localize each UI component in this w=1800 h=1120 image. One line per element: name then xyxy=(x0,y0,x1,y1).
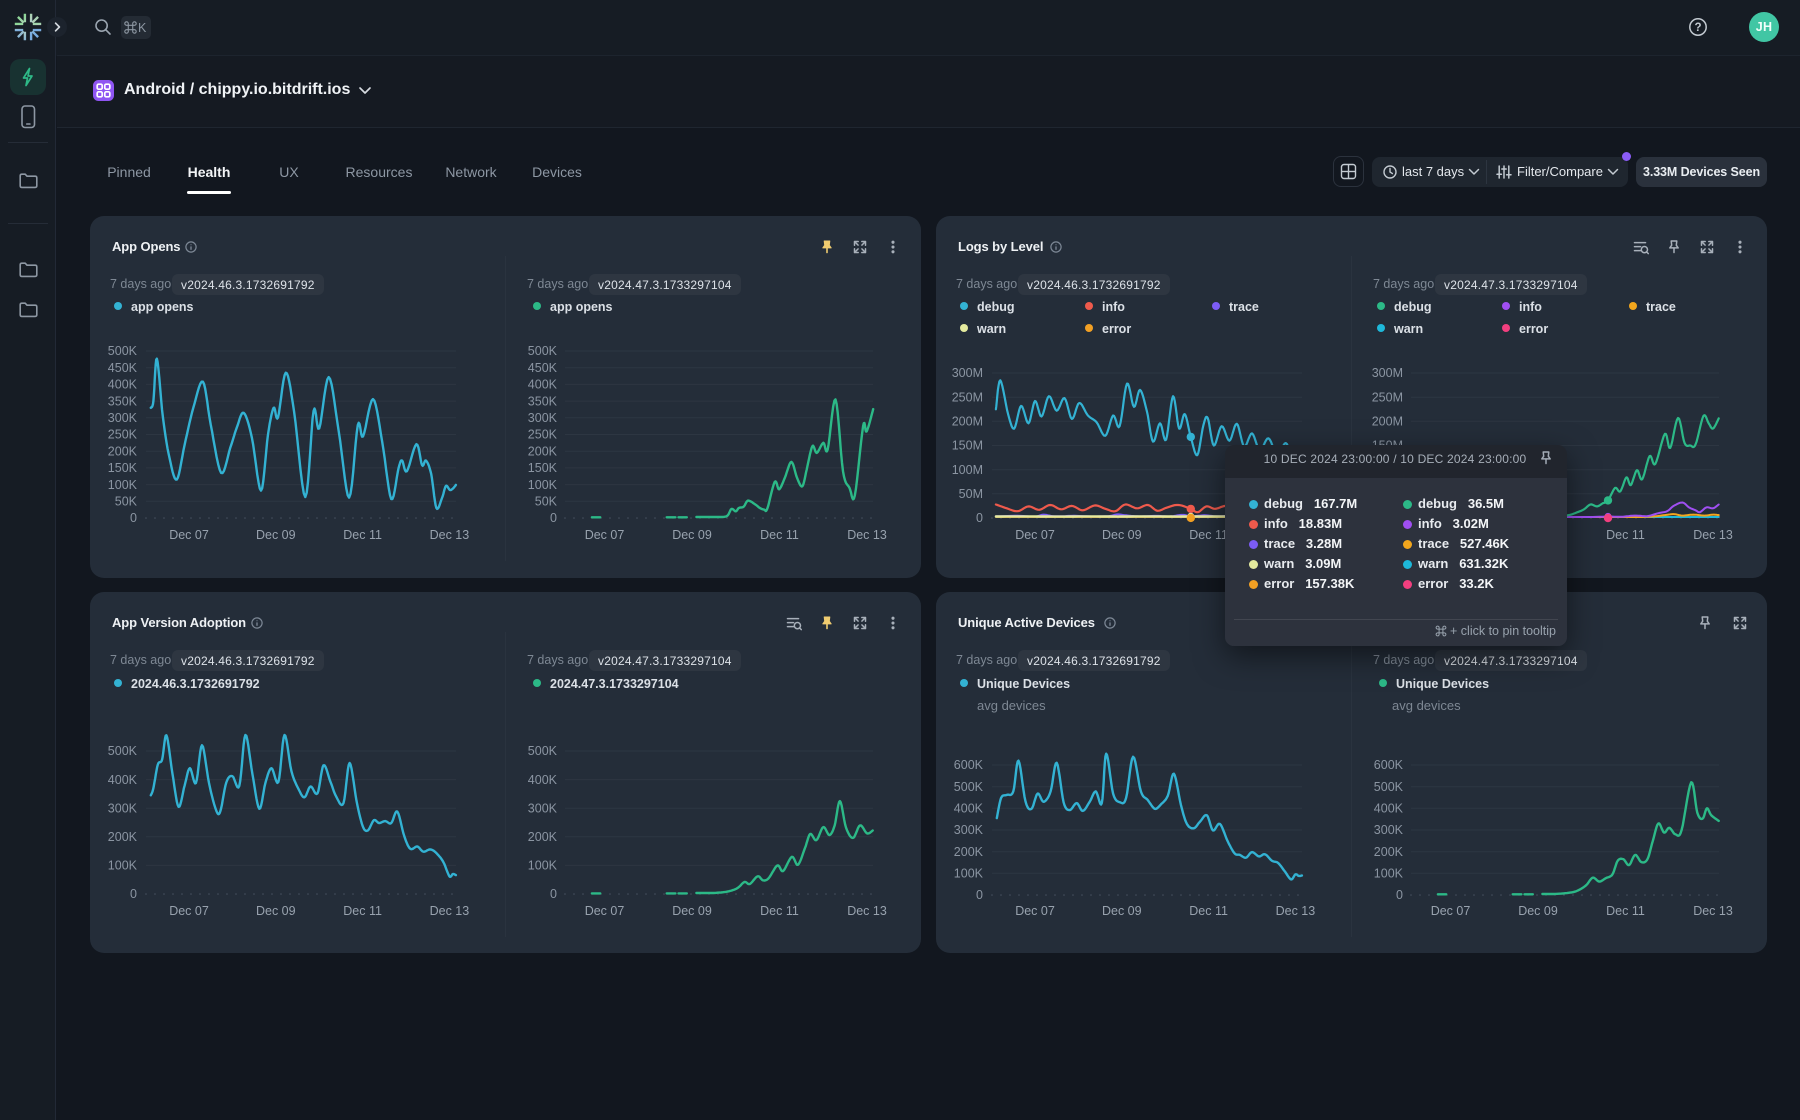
svg-text:Dec 07: Dec 07 xyxy=(1015,904,1055,918)
svg-text:400K: 400K xyxy=(954,802,984,816)
svg-text:300K: 300K xyxy=(954,823,984,837)
svg-text:200K: 200K xyxy=(528,830,558,844)
svg-text:350K: 350K xyxy=(108,394,138,408)
svg-text:100K: 100K xyxy=(954,867,984,881)
svg-text:0: 0 xyxy=(976,511,983,525)
svg-text:300M: 300M xyxy=(1372,366,1403,380)
svg-text:Dec 13: Dec 13 xyxy=(1276,904,1316,918)
svg-text:500K: 500K xyxy=(1374,780,1404,794)
svg-text:300M: 300M xyxy=(952,366,983,380)
svg-text:200K: 200K xyxy=(108,444,138,458)
svg-text:50K: 50K xyxy=(535,495,558,509)
svg-text:450K: 450K xyxy=(528,361,558,375)
svg-text:400K: 400K xyxy=(108,378,138,392)
svg-text:200K: 200K xyxy=(528,444,558,458)
svg-text:250M: 250M xyxy=(952,390,983,404)
svg-text:600K: 600K xyxy=(954,758,984,772)
svg-text:200K: 200K xyxy=(108,830,138,844)
svg-text:Dec 09: Dec 09 xyxy=(672,904,712,918)
svg-text:600K: 600K xyxy=(1374,758,1404,772)
svg-text:Dec 13: Dec 13 xyxy=(847,528,887,542)
svg-text:200K: 200K xyxy=(954,845,984,859)
svg-text:Dec 11: Dec 11 xyxy=(1189,528,1228,542)
svg-text:100K: 100K xyxy=(528,478,558,492)
svg-text:400K: 400K xyxy=(528,378,558,392)
svg-text:300K: 300K xyxy=(108,411,138,425)
svg-text:Dec 09: Dec 09 xyxy=(1102,904,1142,918)
svg-text:350K: 350K xyxy=(528,394,558,408)
svg-text:250K: 250K xyxy=(528,428,558,442)
svg-text:200K: 200K xyxy=(1374,845,1404,859)
svg-text:Dec 13: Dec 13 xyxy=(1693,528,1733,542)
svg-text:Dec 07: Dec 07 xyxy=(585,528,625,542)
svg-text:0: 0 xyxy=(976,888,983,902)
svg-text:Dec 09: Dec 09 xyxy=(256,528,296,542)
svg-text:500K: 500K xyxy=(108,744,138,758)
svg-text:50K: 50K xyxy=(115,495,138,509)
svg-text:Dec 11: Dec 11 xyxy=(343,528,382,542)
svg-text:100K: 100K xyxy=(108,478,138,492)
svg-text:400K: 400K xyxy=(1374,802,1404,816)
svg-text:Dec 13: Dec 13 xyxy=(847,904,887,918)
svg-text:450K: 450K xyxy=(108,361,138,375)
svg-text:0: 0 xyxy=(1396,888,1403,902)
svg-text:150M: 150M xyxy=(952,439,983,453)
svg-text:300K: 300K xyxy=(108,801,138,815)
svg-text:200M: 200M xyxy=(1372,415,1403,429)
svg-text:50M: 50M xyxy=(959,487,983,501)
svg-text:Dec 11: Dec 11 xyxy=(760,528,799,542)
svg-text:500K: 500K xyxy=(954,780,984,794)
svg-text:250M: 250M xyxy=(1372,390,1403,404)
svg-text:0: 0 xyxy=(130,511,137,525)
svg-text:Dec 09: Dec 09 xyxy=(672,528,712,542)
svg-text:500K: 500K xyxy=(528,344,558,358)
svg-text:500K: 500K xyxy=(528,744,558,758)
svg-text:0: 0 xyxy=(550,887,557,901)
svg-text:100M: 100M xyxy=(952,463,983,477)
svg-text:Dec 07: Dec 07 xyxy=(169,528,209,542)
svg-text:Dec 09: Dec 09 xyxy=(256,904,296,918)
svg-text:Dec 13: Dec 13 xyxy=(430,904,470,918)
svg-text:Dec 13: Dec 13 xyxy=(430,528,470,542)
svg-text:Dec 11: Dec 11 xyxy=(1189,904,1228,918)
svg-text:0: 0 xyxy=(550,511,557,525)
svg-text:K: K xyxy=(138,21,147,35)
svg-text:400K: 400K xyxy=(528,773,558,787)
svg-text:0: 0 xyxy=(130,887,137,901)
svg-text:Dec 07: Dec 07 xyxy=(585,904,625,918)
svg-text:Dec 07: Dec 07 xyxy=(1015,528,1055,542)
svg-text:Dec 13: Dec 13 xyxy=(1693,904,1733,918)
svg-text:Dec 09: Dec 09 xyxy=(1102,528,1142,542)
svg-text:100K: 100K xyxy=(1374,867,1404,881)
svg-text:Dec 11: Dec 11 xyxy=(760,904,799,918)
svg-text:Dec 07: Dec 07 xyxy=(1431,904,1471,918)
svg-text:300K: 300K xyxy=(528,801,558,815)
svg-text:Dec 11: Dec 11 xyxy=(1606,528,1645,542)
svg-text:100K: 100K xyxy=(528,859,558,873)
svg-text:300K: 300K xyxy=(528,411,558,425)
svg-text:Dec 11: Dec 11 xyxy=(343,904,382,918)
svg-text:Dec 11: Dec 11 xyxy=(1606,904,1645,918)
svg-text:100K: 100K xyxy=(108,859,138,873)
svg-text:300K: 300K xyxy=(1374,823,1404,837)
svg-text:?: ? xyxy=(1694,22,1701,34)
svg-text:250K: 250K xyxy=(108,428,138,442)
svg-text:150K: 150K xyxy=(528,461,558,475)
svg-text:150K: 150K xyxy=(108,461,138,475)
svg-text:200M: 200M xyxy=(952,415,983,429)
svg-text:Dec 09: Dec 09 xyxy=(1518,904,1558,918)
svg-text:Dec 07: Dec 07 xyxy=(169,904,209,918)
svg-text:400K: 400K xyxy=(108,773,138,787)
svg-text:500K: 500K xyxy=(108,344,138,358)
